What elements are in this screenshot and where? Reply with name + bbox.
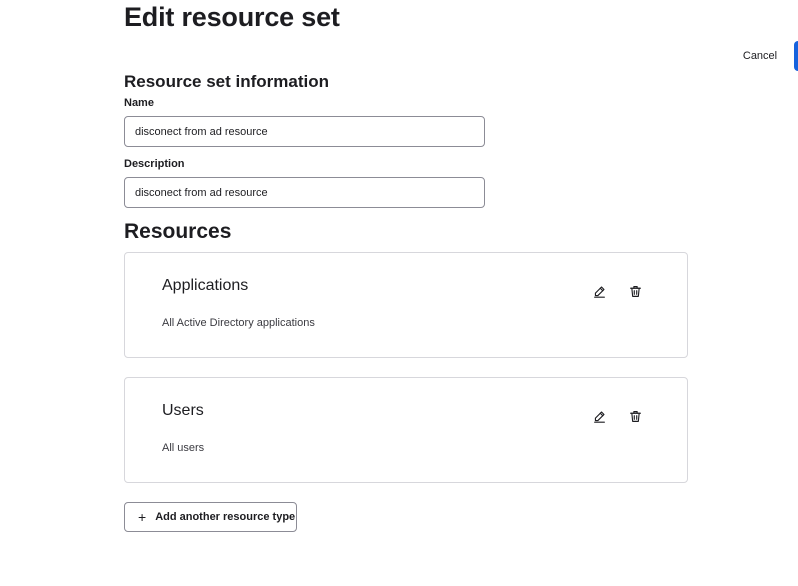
edit-resource-set-page: Edit resource set Cancel Resource set in… xyxy=(0,0,798,586)
pencil-icon xyxy=(593,410,606,423)
page-title: Edit resource set xyxy=(124,2,340,32)
add-another-resource-type-button[interactable]: + Add another resource type xyxy=(124,502,297,532)
edit-applications-button[interactable] xyxy=(589,281,609,301)
add-button-label: Add another resource type xyxy=(155,511,296,523)
resource-card-description: All Active Directory applications xyxy=(162,317,315,329)
resource-card-title: Applications xyxy=(162,277,249,294)
plus-icon: + xyxy=(138,509,147,525)
resource-card-users: Users All users xyxy=(124,377,688,483)
resource-card-description: All users xyxy=(162,442,205,454)
save-button[interactable] xyxy=(794,41,798,71)
name-label: Name xyxy=(124,97,154,109)
trash-icon xyxy=(629,410,642,423)
delete-users-button[interactable] xyxy=(625,406,645,426)
edit-users-button[interactable] xyxy=(589,406,609,426)
name-input[interactable] xyxy=(124,116,485,147)
cancel-button[interactable]: Cancel xyxy=(732,46,788,66)
resource-card-applications: Applications All Active Directory applic… xyxy=(124,252,688,358)
description-label: Description xyxy=(124,158,185,170)
pencil-icon xyxy=(593,285,606,298)
delete-applications-button[interactable] xyxy=(625,281,645,301)
section-title-resource-set-information: Resource set information xyxy=(124,72,329,91)
resources-heading: Resources xyxy=(124,220,232,243)
resource-card-title: Users xyxy=(162,402,204,419)
description-input[interactable] xyxy=(124,177,485,208)
trash-icon xyxy=(629,285,642,298)
